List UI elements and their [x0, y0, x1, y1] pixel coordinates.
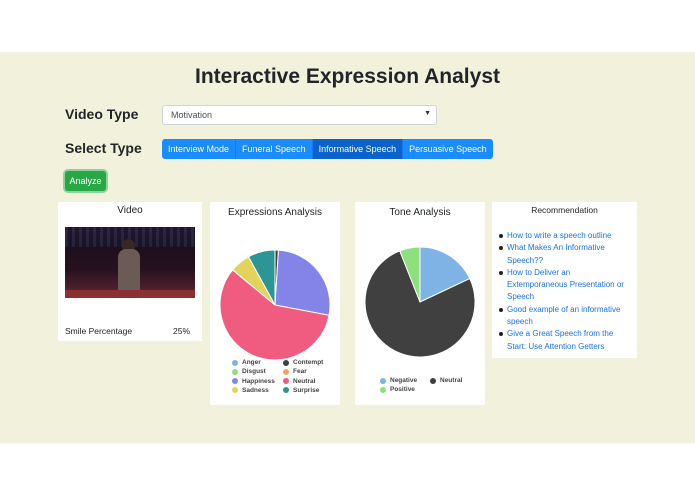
tone-chart-title: Tone Analysis	[389, 207, 451, 218]
legend-label: Neutral	[440, 377, 463, 384]
legend-swatch	[430, 377, 436, 384]
legend-label: Fear	[293, 368, 307, 376]
recommendation-title: Recommendation	[531, 205, 598, 215]
recommendation-list: How to write a speech outline What Makes…	[499, 230, 632, 353]
legend-swatch	[283, 387, 289, 394]
tone-pie-chart	[364, 246, 476, 358]
legend-swatch	[232, 359, 238, 366]
recommendation-link[interactable]: How to Deliver an Extemporaneous Present…	[499, 267, 632, 304]
analyze-button[interactable]: Analyze	[65, 171, 106, 191]
legend-swatch	[380, 386, 386, 393]
legend-label: Disgust	[242, 368, 266, 376]
chevron-down-icon: ▼	[424, 110, 431, 117]
legend-swatch	[232, 368, 238, 375]
stage-floor	[65, 290, 195, 298]
legend-swatch	[232, 387, 238, 394]
legend-item-positive[interactable]: Positive	[380, 386, 415, 393]
persuasive-speech-button[interactable]: Persuasive Speech	[403, 139, 493, 159]
pie-slice-happiness	[274, 249, 331, 316]
recommendation-card: Recommendation How to write a speech out…	[492, 202, 637, 358]
legend-label: Contempt	[293, 359, 324, 366]
legend-item-negative[interactable]: Negative	[380, 377, 417, 384]
legend-item-neutral[interactable]: Neutral	[283, 378, 315, 385]
select-type-label: Select Type	[65, 140, 142, 156]
recommendation-link[interactable]: Give a Great Speech from the Start: Use …	[499, 328, 632, 353]
legend-label: Negative	[390, 377, 418, 384]
page-title: Interactive Expression Analyst	[194, 65, 500, 88]
expressions-chart-title: Expressions Analysis	[228, 207, 322, 218]
informative-speech-button[interactable]: Informative Speech	[312, 139, 404, 159]
speaker-figure	[118, 249, 140, 295]
video-card-title: Video	[117, 205, 143, 216]
expressions-pie-chart	[219, 249, 331, 361]
video-card: Video Smile Percentage 25%	[58, 202, 202, 341]
video-type-label: Video Type	[65, 106, 139, 122]
legend-swatch	[232, 378, 238, 385]
legend-label: Anger	[242, 359, 261, 366]
legend-label: Happiness	[242, 377, 275, 385]
expressions-legend: Anger Contempt Disgust Fear Happiness Neutral…	[232, 359, 342, 399]
legend-item-contempt[interactable]: Contempt	[283, 359, 323, 366]
speech-type-button-group: Interview Mode Funeral Speech Informativ…	[162, 139, 493, 159]
interview-mode-button[interactable]: Interview Mode	[162, 139, 237, 159]
legend-item-sadness[interactable]: Sadness	[232, 387, 269, 394]
recommendation-link[interactable]: What Makes An Informative Speech??	[499, 242, 632, 267]
legend-item-surprise[interactable]: Surprise	[283, 387, 319, 394]
legend-swatch	[283, 378, 289, 385]
expressions-analysis-card: Expressions Analysis Anger Contempt Disgus…	[210, 202, 340, 405]
video-player[interactable]	[65, 227, 195, 298]
legend-item-disgust[interactable]: Disgust	[232, 368, 266, 375]
app-background: Interactive Expression Analyst Video Typ…	[0, 52, 695, 443]
legend-item-fear[interactable]: Fear	[283, 368, 307, 375]
legend-item-happiness[interactable]: Happiness	[232, 378, 275, 385]
legend-label: Surprise	[293, 386, 320, 394]
tone-legend: Negative Neutral Positive	[380, 377, 480, 399]
tone-analysis-card: Tone Analysis Negative Neutral Positive	[355, 202, 485, 405]
recommendation-link[interactable]: How to write a speech outline	[499, 230, 632, 242]
video-type-selected-value: Motivation	[171, 110, 213, 120]
legend-item-neutral[interactable]: Neutral	[430, 377, 462, 384]
smile-percentage-value: 25%	[172, 326, 190, 336]
legend-label: Positive	[390, 386, 415, 394]
video-type-select[interactable]: Motivation ▼	[162, 105, 437, 125]
legend-swatch	[283, 359, 289, 366]
legend-label: Neutral	[293, 377, 316, 385]
recommendation-link[interactable]: Good example of an informative speech	[499, 304, 632, 329]
legend-item-anger[interactable]: Anger	[232, 359, 261, 366]
legend-swatch	[283, 368, 289, 375]
legend-swatch	[380, 377, 386, 384]
smile-percentage-label: Smile Percentage	[65, 326, 133, 336]
funeral-speech-button[interactable]: Funeral Speech	[236, 139, 313, 159]
legend-label: Sadness	[242, 386, 269, 394]
